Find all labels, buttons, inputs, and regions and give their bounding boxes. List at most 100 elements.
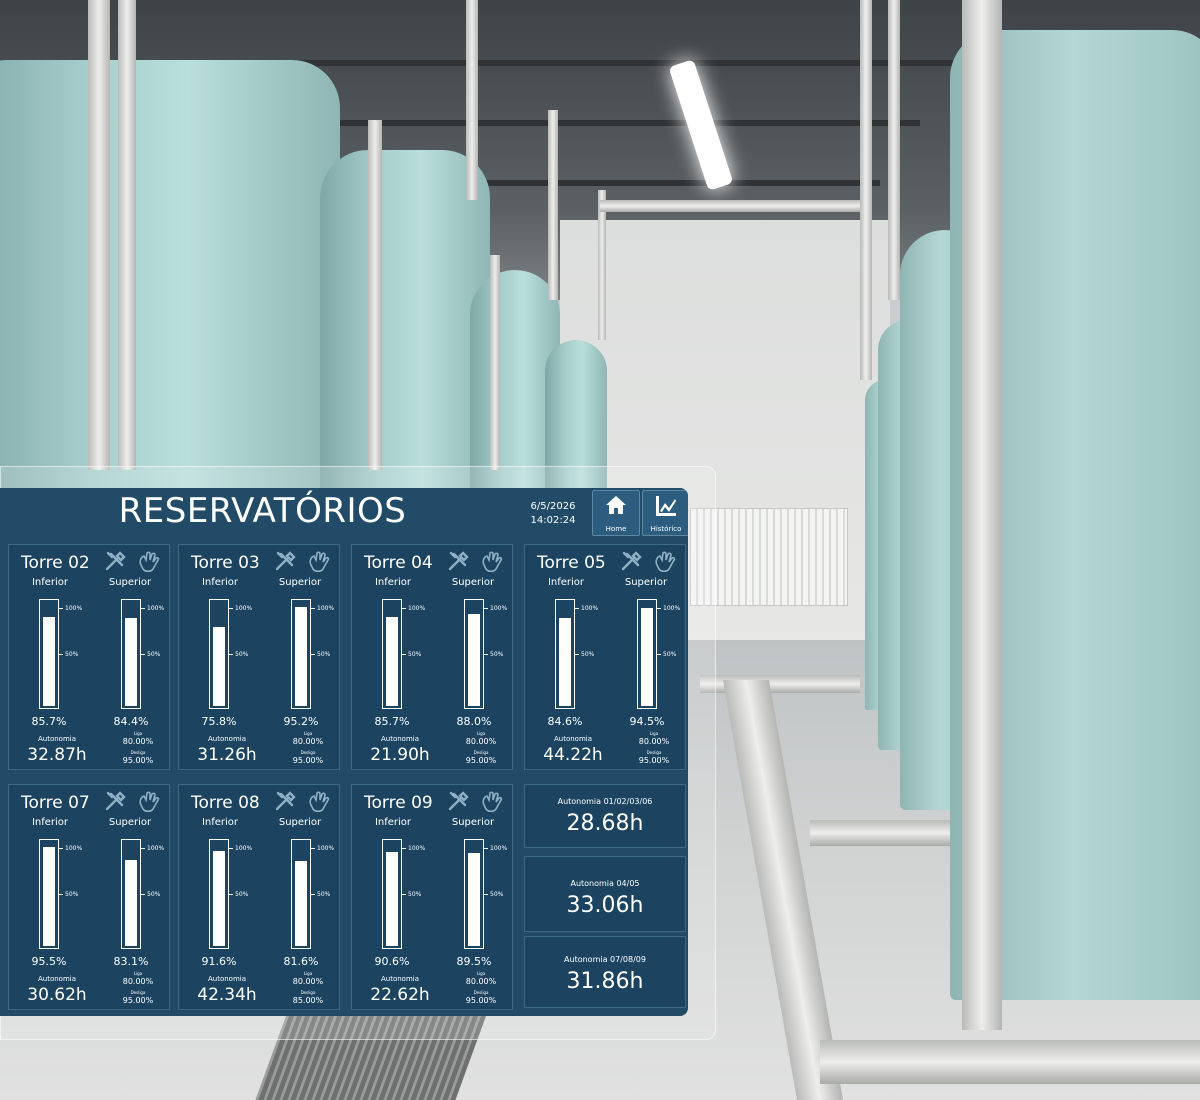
liga-value: 80.00%	[638, 737, 670, 746]
gauge-tick-50: 50%	[58, 651, 79, 658]
inferior-percent: 90.6%	[374, 955, 410, 968]
summary-value: 31.86h	[566, 969, 644, 994]
inferior-level-gauge	[555, 599, 575, 709]
gauge-tick-50: 50%	[574, 651, 595, 658]
home-button[interactable]: Home	[592, 490, 640, 536]
inferior-percent: 84.6%	[547, 715, 583, 728]
inferior-level-fill	[559, 618, 571, 706]
superior-percent: 81.6%	[283, 955, 319, 968]
tools-icon[interactable]	[621, 551, 643, 575]
summary-label: Autonomia 01/02/03/06	[557, 797, 653, 806]
vertical-pipe	[548, 110, 558, 300]
gauge-tick-50: 50%	[228, 651, 249, 658]
hand-icon[interactable]	[480, 551, 504, 577]
historico-button[interactable]: Histórico	[642, 490, 688, 536]
inferior-percent: 95.5%	[31, 955, 67, 968]
tools-icon[interactable]	[275, 791, 297, 815]
home-icon	[606, 496, 626, 514]
summary-value: 33.06h	[566, 893, 644, 918]
summary-box: Autonomia 01/02/03/06 28.68h	[524, 784, 686, 848]
liga-value: 80.00%	[122, 737, 154, 746]
inferior-level-fill	[386, 852, 398, 946]
panel-header: RESERVATÓRIOS 6/5/2026 14:02:24 Home His…	[0, 488, 688, 538]
page-title: RESERVATÓRIOS	[118, 491, 407, 531]
inferior-level-gauge	[39, 839, 59, 949]
ceiling-beam	[240, 60, 960, 66]
horizontal-pipe	[810, 820, 950, 846]
vertical-pipe	[88, 0, 110, 470]
autonomia-label: Autonomia	[380, 735, 420, 743]
tower-card: Torre 04 Inferior Superior 100% 50% 100% 50% 85…	[351, 544, 513, 770]
superior-level-fill	[295, 861, 307, 946]
autonomia-value: 31.26h	[197, 745, 257, 765]
superior-level-fill	[468, 614, 480, 706]
inferior-percent: 75.8%	[201, 715, 237, 728]
inferior-label: Inferior	[201, 577, 239, 588]
liga-label: Liga	[303, 731, 313, 736]
summary-value: 28.68h	[566, 811, 644, 836]
vertical-pipe	[860, 0, 872, 380]
tools-icon[interactable]	[275, 551, 297, 575]
summary-box: Autonomia 07/08/09 31.86h	[524, 936, 686, 1008]
summary-label: Autonomia 04/05	[570, 879, 640, 888]
autonomia-label: Autonomia	[207, 735, 247, 743]
inferior-percent: 85.7%	[374, 715, 410, 728]
gauge-tick-100: 100%	[401, 605, 426, 612]
superior-label: Superior	[108, 817, 152, 828]
gauge-tick-50: 50%	[140, 891, 161, 898]
gauge-tick-50: 50%	[483, 651, 504, 658]
desliga-value: 95.00%	[465, 756, 497, 765]
desliga-label: Desliga	[130, 990, 146, 995]
superior-label: Superior	[624, 577, 668, 588]
autonomia-value: 32.87h	[27, 745, 87, 765]
tower-name: Torre 08	[191, 793, 260, 813]
desliga-value: 95.00%	[638, 756, 670, 765]
desliga-value: 95.00%	[465, 996, 497, 1005]
superior-level-gauge	[121, 839, 141, 949]
tools-icon[interactable]	[448, 791, 470, 815]
inferior-label: Inferior	[547, 577, 585, 588]
superior-percent: 83.1%	[113, 955, 149, 968]
inferior-percent: 91.6%	[201, 955, 237, 968]
inferior-label: Inferior	[31, 817, 69, 828]
hand-icon[interactable]	[307, 791, 331, 817]
tools-icon[interactable]	[448, 551, 470, 575]
inferior-level-fill	[43, 847, 55, 946]
hand-icon[interactable]	[137, 791, 161, 817]
vertical-pipe	[888, 0, 900, 300]
gauge-tick-50: 50%	[401, 651, 422, 658]
tower-name: Torre 07	[21, 793, 90, 813]
horizontal-pipe	[820, 1040, 1200, 1084]
superior-label: Superior	[278, 577, 322, 588]
gauge-tick-100: 100%	[140, 605, 165, 612]
inferior-level-gauge	[209, 599, 229, 709]
gauge-tick-50: 50%	[58, 891, 79, 898]
gauge-tick-100: 100%	[574, 605, 599, 612]
tower-card: Torre 08 Inferior Superior 100% 50% 100% 50% 91…	[178, 784, 340, 1010]
superior-label: Superior	[278, 817, 322, 828]
superior-level-gauge	[464, 839, 484, 949]
tools-icon[interactable]	[105, 791, 127, 815]
tools-icon[interactable]	[105, 551, 127, 575]
hand-icon[interactable]	[653, 551, 677, 577]
inferior-label: Inferior	[31, 577, 69, 588]
vertical-pipe	[118, 0, 136, 470]
home-button-label: Home	[605, 525, 627, 533]
superior-percent: 94.5%	[629, 715, 665, 728]
tower-name: Torre 05	[537, 553, 606, 573]
hand-icon[interactable]	[480, 791, 504, 817]
tower-card: Torre 07 Inferior Superior 100% 50% 100% 50% 95…	[8, 784, 170, 1010]
desliga-label: Desliga	[300, 990, 316, 995]
tower-name: Torre 09	[364, 793, 433, 813]
gauge-tick-100: 100%	[483, 845, 508, 852]
autonomia-value: 44.22h	[543, 745, 603, 765]
superior-level-gauge	[291, 839, 311, 949]
vertical-pipe	[368, 120, 382, 470]
date-text: 6/5/2026	[530, 501, 576, 512]
inferior-level-gauge	[39, 599, 59, 709]
hand-icon[interactable]	[137, 551, 161, 577]
hand-icon[interactable]	[307, 551, 331, 577]
superior-label: Superior	[451, 577, 495, 588]
gauge-tick-50: 50%	[140, 651, 161, 658]
gauge-tick-100: 100%	[228, 605, 253, 612]
